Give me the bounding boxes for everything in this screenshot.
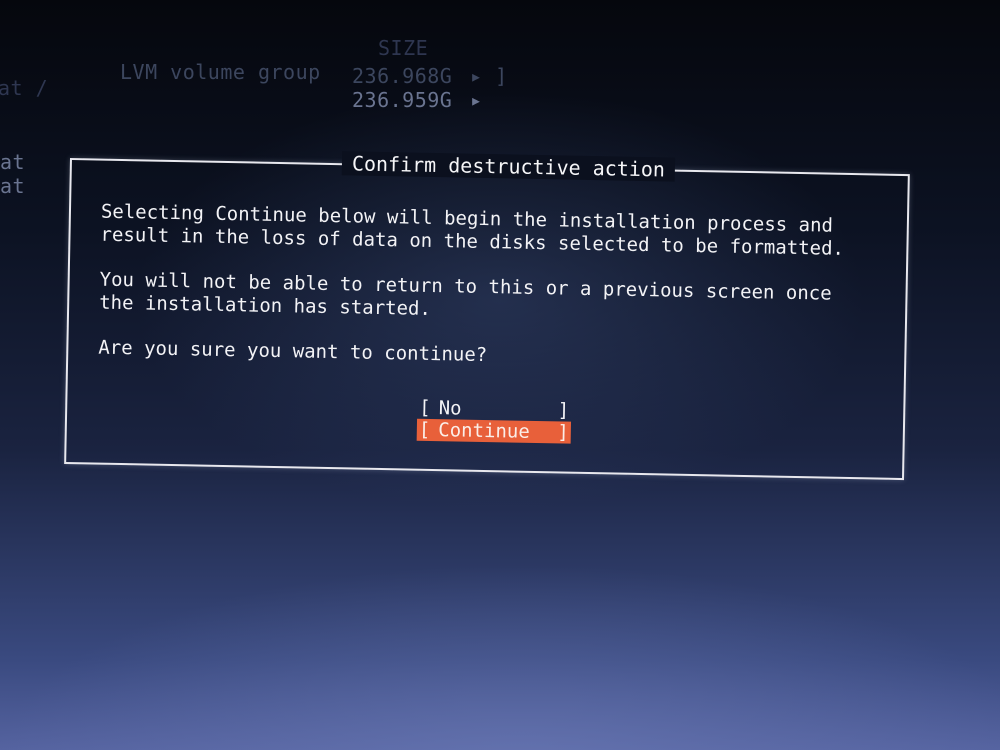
expand-arrow-icon: ▸ ] (470, 64, 508, 88)
no-button-label: No (438, 397, 462, 420)
no-button[interactable]: [ No ] (417, 397, 571, 422)
left-fragment-mount: at / (0, 76, 49, 100)
dialog-body: Selecting Continue below will begin the … (98, 201, 871, 397)
size-column-header: SIZE (378, 36, 429, 60)
continue-button[interactable]: [ Continue ] (416, 418, 572, 444)
continue-button-label: Continue (438, 419, 531, 443)
dialog-title: Confirm destructive action (341, 151, 676, 182)
left-fragment-1: at (0, 150, 26, 174)
continue-button-close-bracket: ] (557, 421, 570, 444)
button-group: [ No ] [ Continue ] (416, 397, 578, 444)
expand-arrow-icon-2: ▸ (470, 88, 483, 112)
confirm-question: Are you sure you want to continue? (98, 336, 488, 367)
warning-paragraph-1: Selecting Continue below will begin the … (100, 200, 845, 260)
left-fragment-2: at (0, 174, 26, 198)
no-button-close-bracket: ] (557, 399, 570, 422)
confirm-dialog: Confirm destructive action Selecting Con… (64, 151, 910, 481)
warning-paragraph-2: You will not be able to return to this o… (99, 268, 832, 320)
lvm-volume-group-label: LVM volume group (120, 60, 321, 84)
lvm-size-value: 236.968G (352, 64, 453, 88)
lv-size-value: 236.959G (352, 88, 453, 112)
continue-button-open-bracket: [ (418, 418, 431, 441)
no-button-open-bracket: [ (419, 396, 431, 419)
